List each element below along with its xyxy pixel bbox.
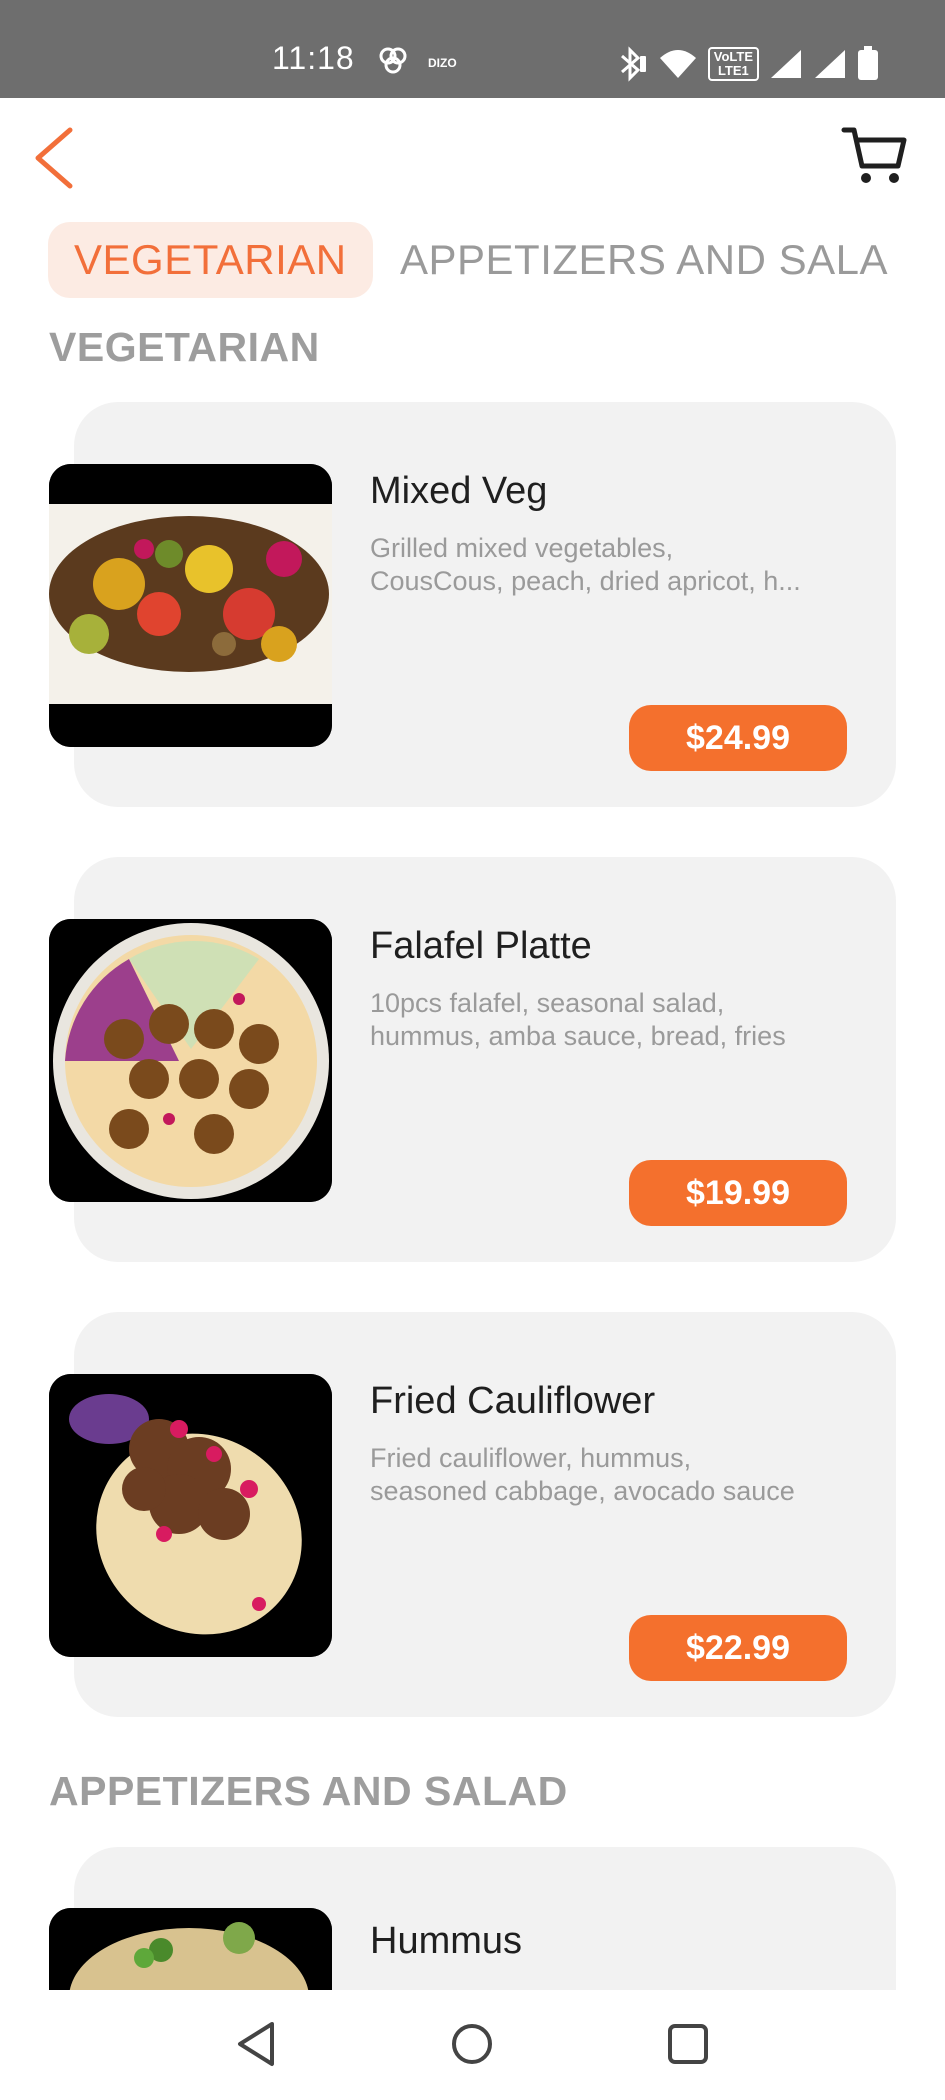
nav-recents-icon[interactable]	[660, 2016, 716, 2072]
price-button[interactable]: $24.99	[629, 705, 847, 771]
wifi-icon	[659, 50, 696, 78]
tab-appetizers-and-salad[interactable]: APPETIZERS AND SALA	[400, 222, 888, 298]
status-bar: 11:18 DIZO VoLTE LTE1	[0, 0, 945, 98]
lte-label-top: VoLTE	[713, 49, 753, 64]
category-tabs: VEGETARIAN APPETIZERS AND SALA	[0, 222, 945, 298]
system-nav-bar	[0, 1990, 945, 2100]
menu-item-description: Grilled mixed vegetables, CousCous, peac…	[370, 533, 801, 596]
status-icons: VoLTE LTE1	[618, 44, 879, 84]
price-button[interactable]: $22.99	[629, 1615, 847, 1681]
menu-item-name: Mixed Veg	[370, 470, 548, 512]
menu-item-name: Fried Cauliflower	[370, 1380, 656, 1422]
section-title-vegetarian: VEGETARIAN	[49, 324, 320, 370]
shopping-cart-icon[interactable]	[840, 120, 910, 190]
tab-vegetarian[interactable]: VEGETARIAN	[48, 222, 373, 298]
chevron-left-icon[interactable]	[28, 122, 84, 194]
status-time: 11:18	[272, 40, 355, 76]
section-title-appetizers-and-salad: APPETIZERS AND SALAD	[49, 1768, 568, 1814]
fried-cauliflower-image	[49, 1374, 332, 1657]
status-brand: DIZO	[428, 56, 457, 70]
signal-icon	[771, 50, 801, 78]
falafel-platter-image	[49, 919, 332, 1202]
price-button[interactable]: $19.99	[629, 1160, 847, 1226]
nav-back-icon[interactable]	[228, 2016, 284, 2072]
hummus-image	[49, 1908, 332, 1990]
menu-item-name: Falafel Platte	[370, 925, 592, 967]
menu-item-description: Fried cauliflower, hummus, seasoned cabb…	[370, 1443, 795, 1506]
signal-icon-2	[815, 50, 845, 78]
nav-home-icon[interactable]	[444, 2016, 500, 2072]
lte-badge: VoLTE LTE1	[707, 47, 759, 81]
menu-item-name: Hummus	[370, 1920, 523, 1962]
bluetooth-icon	[620, 46, 646, 82]
battery-icon	[858, 46, 878, 80]
lte-label-bottom: LTE1	[717, 63, 749, 78]
brain-icon	[379, 47, 407, 74]
mixed-veg-image	[49, 464, 332, 747]
top-bar	[0, 98, 945, 218]
menu-item-description: 10pcs falafel, seasonal salad, hummus, a…	[370, 988, 786, 1051]
